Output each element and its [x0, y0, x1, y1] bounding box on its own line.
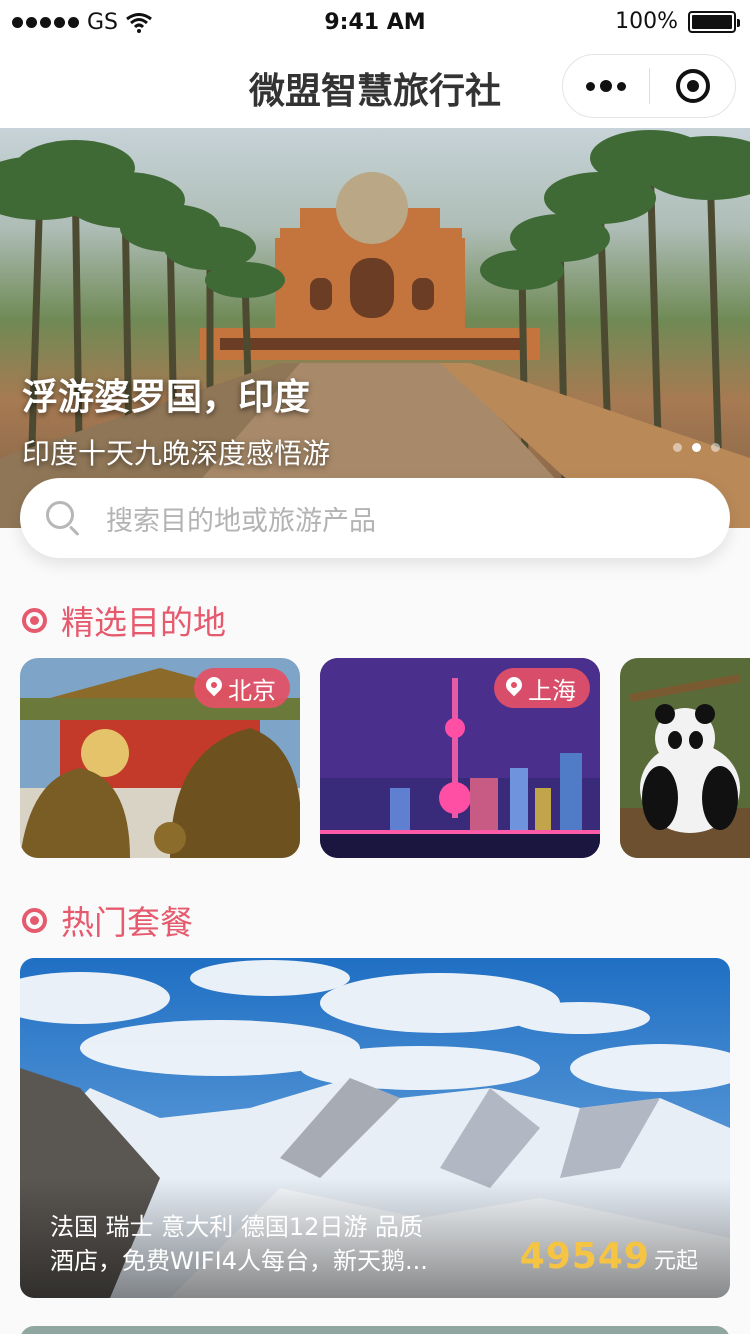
price-unit: 元起 [653, 1249, 698, 1274]
package-price: 49549 元起 [520, 1236, 698, 1277]
more-dot [586, 81, 595, 91]
price-value: 49549 [519, 1236, 650, 1277]
mini-program-capsule [562, 54, 736, 118]
location-tag: 上海 [494, 668, 590, 708]
location-pin-icon [506, 677, 522, 699]
search-placeholder: 搜索目的地或旅游产品 [106, 505, 376, 537]
nav-bar: 微盟智慧旅行社 [0, 44, 750, 128]
destination-card-panda[interactable] [620, 658, 750, 858]
carousel-indicator [673, 443, 720, 452]
close-circle-icon [675, 69, 710, 103]
section-dot-icon [22, 607, 47, 633]
battery-icon [688, 10, 740, 33]
destination-card-shanghai[interactable]: 上海 [320, 658, 600, 858]
battery-fill [692, 14, 732, 29]
carousel-dot[interactable] [711, 443, 720, 452]
status-bar: GS 9:41 AM 100% [0, 0, 750, 44]
location-tag: 北京 [194, 668, 290, 708]
banner-title: 浮游婆罗国，印度 [22, 377, 311, 418]
more-dot [617, 81, 626, 91]
banner-carousel[interactable]: 浮游婆罗国，印度 印度十天九晚深度感悟游 [0, 128, 750, 528]
destination-label: 上海 [528, 676, 576, 705]
search-input[interactable]: 搜索目的地或旅游产品 [20, 478, 730, 558]
location-pin-icon [206, 677, 222, 699]
section-header-destinations: 精选目的地 [22, 596, 226, 644]
section-title: 精选目的地 [61, 603, 226, 642]
package-desc-line1: 法国 瑞士 意大利 德国12日游 品质 [50, 1213, 424, 1241]
destination-list: 北京 上海 [20, 658, 750, 858]
carousel-dot[interactable] [673, 443, 682, 452]
battery-percent: 100% [615, 9, 678, 34]
destination-label: 北京 [228, 676, 276, 705]
banner-subtitle: 印度十天九晚深度感悟游 [22, 437, 331, 470]
package-description: 法国 瑞士 意大利 德国12日游 品质 酒店，免费WIFI4人每台，新天鹅... [50, 1210, 470, 1278]
package-desc-line2: 酒店，免费WIFI4人每台，新天鹅... [50, 1247, 428, 1275]
package-card-next[interactable] [20, 1326, 730, 1334]
section-title: 热门套餐 [61, 903, 193, 942]
package-card[interactable]: 法国 瑞士 意大利 德国12日游 品质 酒店，免费WIFI4人每台，新天鹅...… [20, 958, 730, 1298]
more-button[interactable] [563, 55, 649, 117]
section-dot-icon [22, 907, 47, 933]
more-dot [600, 80, 612, 92]
destination-image [620, 658, 750, 858]
close-button[interactable] [650, 55, 735, 117]
search-icon [44, 499, 82, 537]
status-right: 100% [615, 9, 740, 34]
destination-card-beijing[interactable]: 北京 [20, 658, 300, 858]
carousel-dot[interactable] [692, 443, 701, 452]
section-header-packages: 热门套餐 [22, 896, 193, 944]
